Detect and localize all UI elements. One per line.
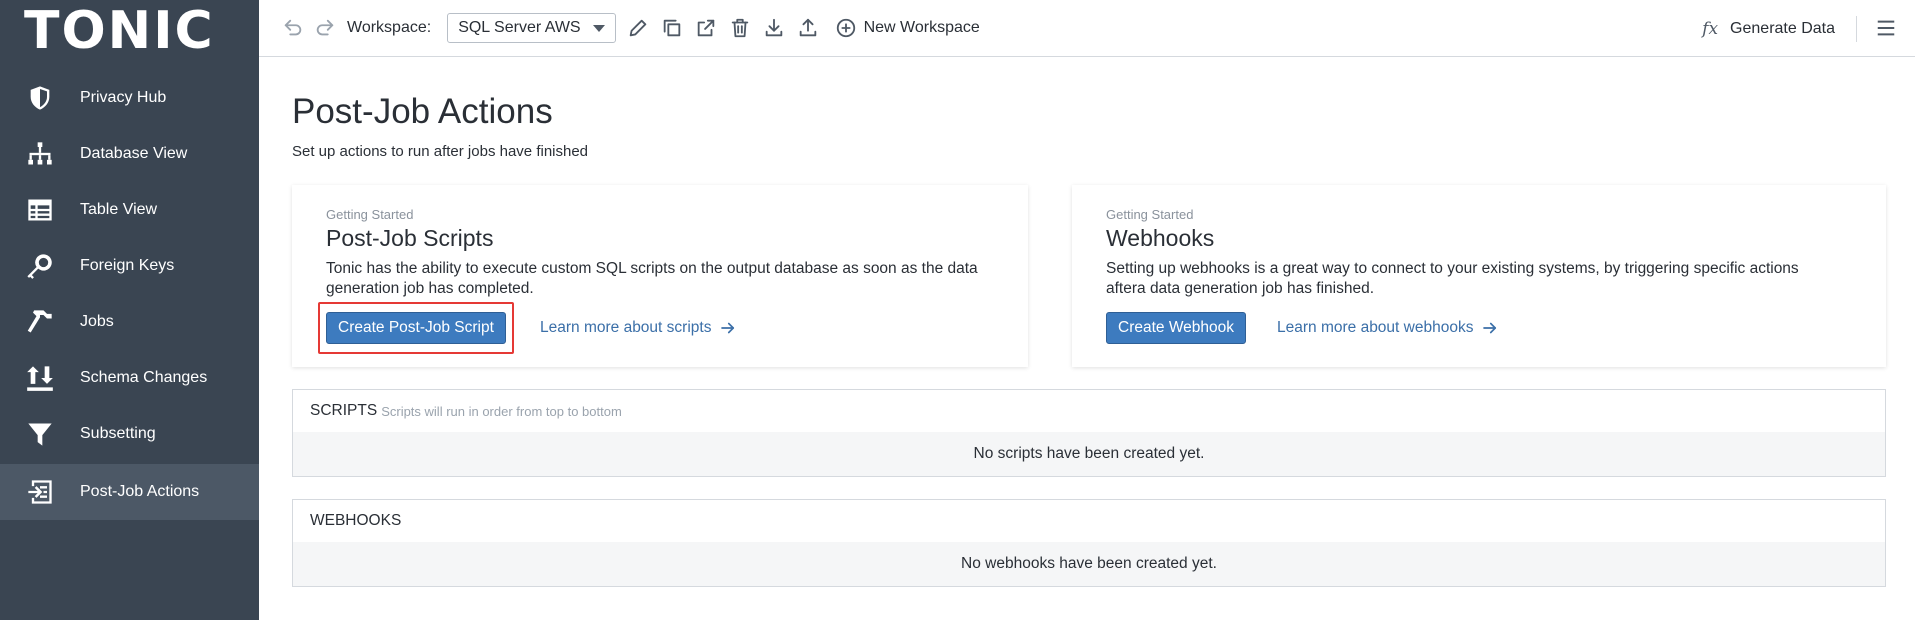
webhooks-panel: WEBHOOKS No webhooks have been created y… (292, 499, 1886, 587)
card-title: Post-Job Scripts (326, 225, 494, 251)
card-description-line: generation job has completed. (326, 280, 534, 297)
webhooks-panel-header: WEBHOOKS (293, 500, 1885, 542)
hammer-icon (26, 308, 54, 336)
sidebar-item-label: Table View (80, 201, 158, 218)
learn-more-scripts-label: Learn more about scripts (540, 319, 712, 336)
learn-more-webhooks-link[interactable]: Learn more about webhooks (1277, 312, 1499, 344)
sidebar-item-privacy-hub[interactable]: Privacy Hub (0, 70, 259, 126)
sidebar-item-foreign-keys[interactable]: Foreign Keys (0, 238, 259, 294)
sidebar-item-subsetting[interactable]: Subsetting (0, 406, 259, 462)
scripts-empty-state: No scripts have been created yet. (293, 432, 1885, 476)
hamburger-menu-icon[interactable] (1875, 17, 1897, 39)
learn-more-scripts-link[interactable]: Learn more about scripts (540, 312, 737, 344)
sidebar-item-schema-changes[interactable]: Schema Changes (0, 350, 259, 406)
card-description-line: Setting up webhooks is a great way to co… (1106, 260, 1799, 277)
undo-icon[interactable] (281, 16, 305, 40)
sort-arrows-icon (26, 364, 54, 392)
new-workspace-label: New Workspace (863, 19, 980, 36)
sidebar-item-label: Schema Changes (80, 369, 208, 386)
sidebar-item-label: Database View (80, 145, 188, 162)
table-icon (26, 196, 54, 224)
post-job-icon (26, 478, 54, 506)
card-title: Webhooks (1106, 225, 1215, 251)
key-icon (26, 252, 54, 280)
hierarchy-icon (26, 140, 54, 168)
card-description: Tonic has the ability to execute custom … (326, 259, 978, 299)
toolbar-divider (1856, 16, 1857, 42)
card-eyebrow: Getting Started (1106, 207, 1194, 222)
arrow-right-icon (721, 322, 735, 334)
workspace-select-value: SQL Server AWS (458, 19, 581, 36)
create-webhook-button[interactable]: Create Webhook (1106, 312, 1247, 344)
webhooks-card: Getting Started Webhooks Setting up webh… (1072, 185, 1886, 367)
post-job-scripts-card: Getting Started Post-Job Scripts Tonic h… (292, 185, 1028, 367)
logo-text: TONIC (24, 1, 215, 61)
add-circle-icon (834, 16, 858, 40)
scripts-panel: SCRIPTS Scripts will run in order from t… (292, 389, 1886, 477)
sidebar: TONIC Privacy Hub Database View Table Vi… (0, 0, 259, 620)
upload-icon[interactable] (796, 16, 820, 40)
page-title: Post-Job Actions (292, 92, 553, 131)
chevron-down-icon (592, 24, 605, 32)
page-subtitle: Set up actions to run after jobs have fi… (292, 143, 589, 160)
open-external-icon[interactable] (694, 16, 718, 40)
sidebar-item-label: Foreign Keys (80, 257, 175, 274)
delete-icon[interactable] (728, 16, 752, 40)
copy-icon[interactable] (660, 16, 684, 40)
tonic-logo[interactable]: TONIC (0, 0, 259, 62)
sidebar-item-jobs[interactable]: Jobs (0, 294, 259, 350)
card-description: Setting up webhooks is a great way to co… (1106, 259, 1799, 299)
shield-icon (26, 84, 54, 112)
sidebar-item-post-job-actions[interactable]: Post-Job Actions (0, 464, 259, 520)
filter-icon (26, 420, 54, 448)
webhooks-empty-state: No webhooks have been created yet. (293, 542, 1885, 586)
sidebar-item-label: Privacy Hub (80, 89, 167, 106)
card-description-line: Tonic has the ability to execute custom … (326, 260, 978, 277)
create-post-job-script-button[interactable]: Create Post-Job Script (326, 312, 506, 344)
sidebar-item-label: Subsetting (80, 425, 156, 442)
function-icon: fx (1702, 18, 1719, 39)
sidebar-item-table-view[interactable]: Table View (0, 182, 259, 238)
new-workspace-button[interactable]: New Workspace (834, 16, 980, 40)
edit-icon[interactable] (626, 16, 650, 40)
generate-data-label: Generate Data (1730, 19, 1835, 37)
webhooks-panel-title: WEBHOOKS (310, 512, 402, 529)
card-eyebrow: Getting Started (326, 207, 414, 222)
top-toolbar: Workspace: SQL Server AWS New Workspace … (259, 0, 1915, 57)
learn-more-webhooks-label: Learn more about webhooks (1277, 319, 1474, 336)
scripts-panel-hint: Scripts will run in order from top to bo… (381, 403, 622, 419)
sidebar-item-label: Jobs (80, 313, 114, 330)
scripts-panel-title: SCRIPTS (310, 402, 378, 419)
sidebar-item-database-view[interactable]: Database View (0, 126, 259, 182)
sidebar-item-label: Post-Job Actions (80, 483, 200, 500)
generate-data-button[interactable]: fx Generate Data (1702, 0, 1835, 57)
arrow-right-icon (1483, 322, 1497, 334)
workspace-label: Workspace: (347, 19, 432, 36)
redo-icon[interactable] (313, 16, 337, 40)
download-icon[interactable] (762, 16, 786, 40)
scripts-panel-header: SCRIPTS Scripts will run in order from t… (293, 390, 1885, 432)
card-description-line: aftera data generation job has finished. (1106, 280, 1374, 297)
workspace-select[interactable]: SQL Server AWS (447, 13, 616, 43)
